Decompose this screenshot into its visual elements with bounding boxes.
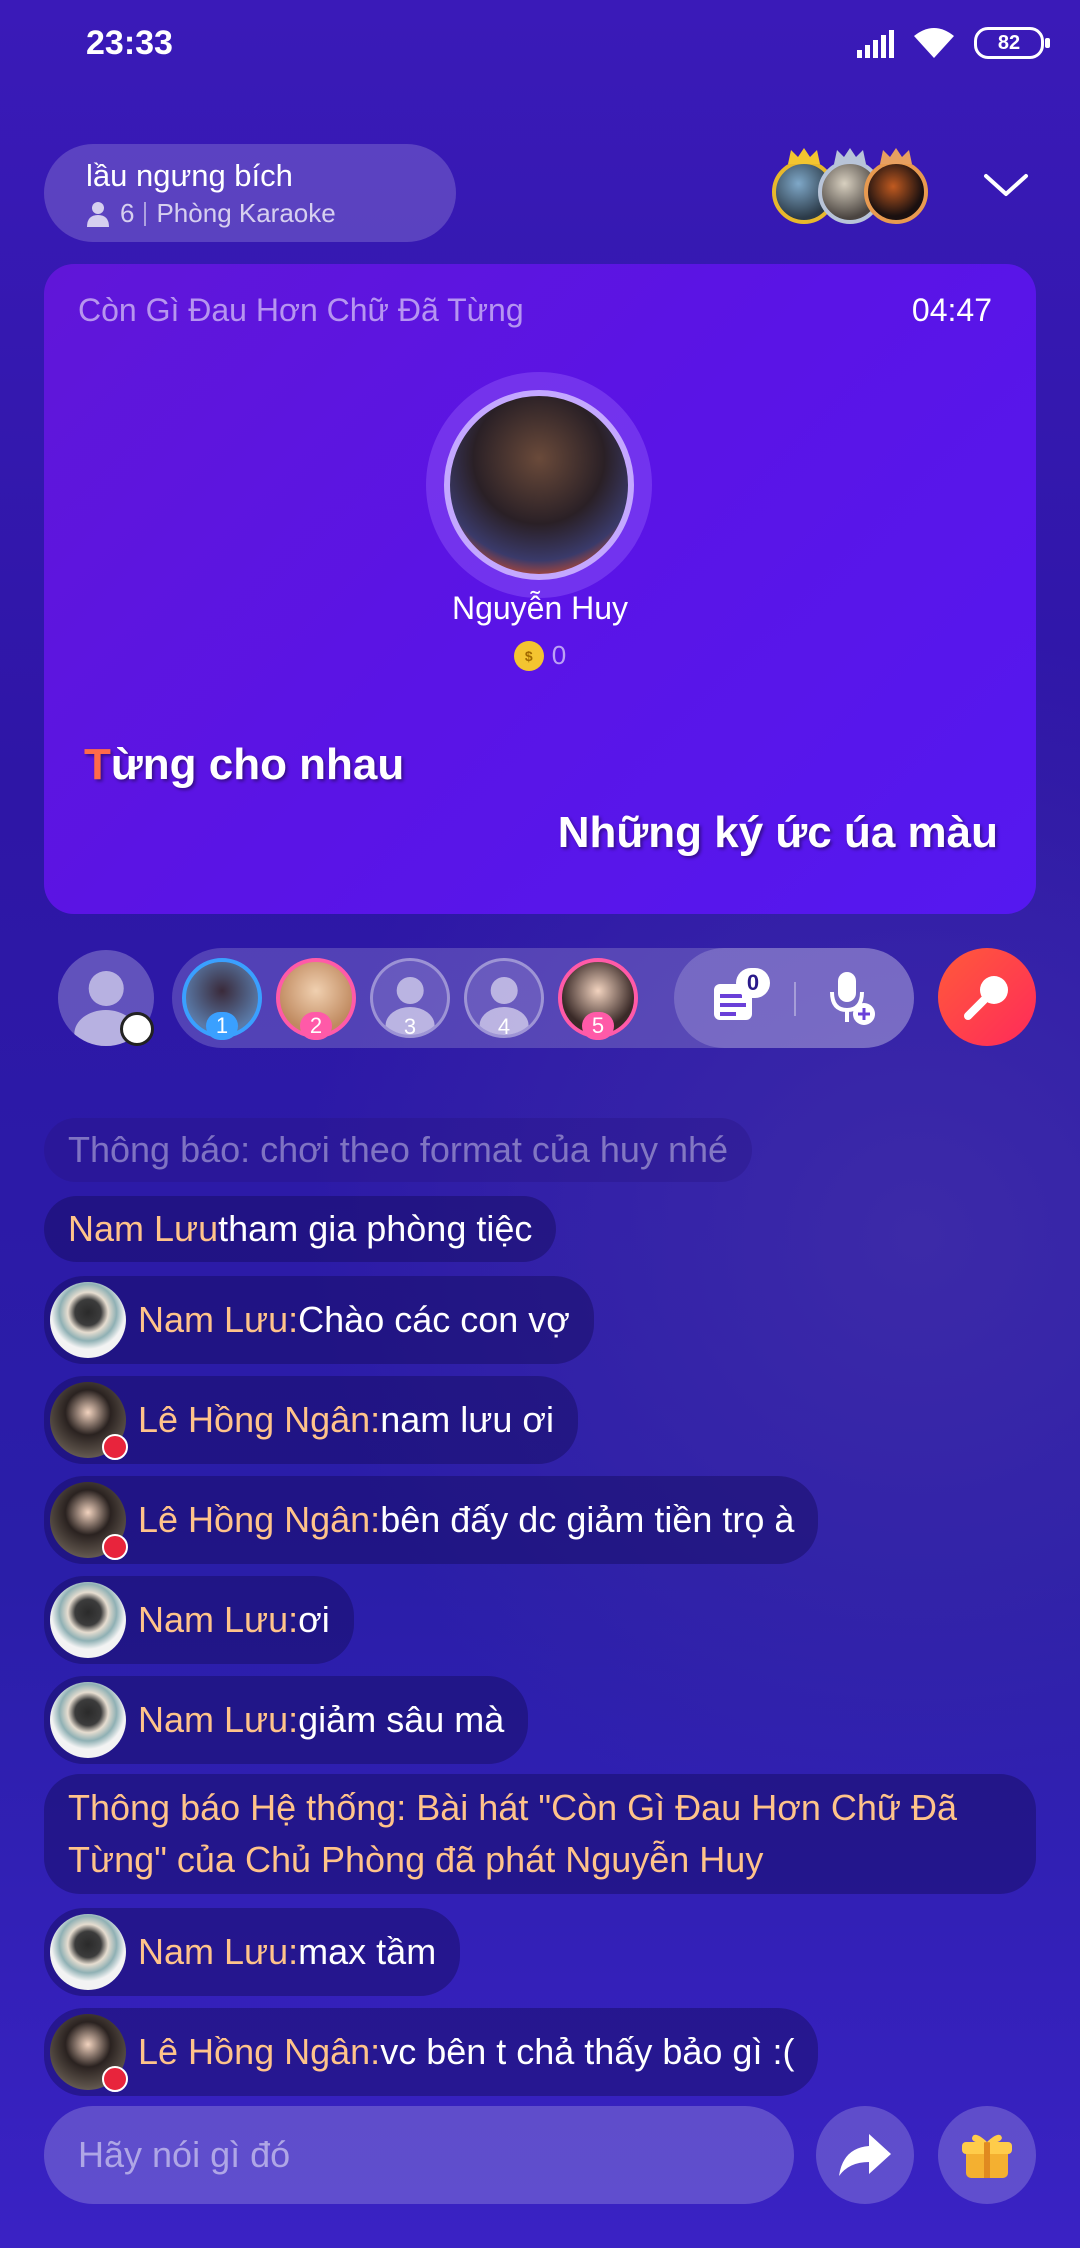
share-button[interactable] xyxy=(816,2106,914,2204)
lyric-line-next: Những ký ức úa màu xyxy=(557,808,998,857)
chat-avatar[interactable] xyxy=(50,1382,128,1460)
microphone-icon xyxy=(964,976,1008,1020)
chat-text: vc bên t chả thấy bảo gì :( xyxy=(380,2031,795,2072)
chat-user-name[interactable]: Lê Hồng Ngân: xyxy=(138,1499,380,1541)
chat-message: Nam Lưu: Chào các con vợ xyxy=(44,1276,594,1364)
person-icon xyxy=(87,201,109,227)
gift-button[interactable] xyxy=(938,2106,1036,2204)
chat-text: Chào các con vợ xyxy=(298,1299,570,1340)
room-type: Phòng Karaoke xyxy=(156,198,336,228)
room-info-pill[interactable]: lầu ngưng bích 6 Phòng Karaoke xyxy=(44,144,456,242)
room-name: lầu ngưng bích xyxy=(86,158,293,193)
song-title: Còn Gì Đau Hơn Chữ Đã Từng xyxy=(78,292,524,328)
silver-crown-icon xyxy=(834,148,866,164)
chat-user-name[interactable]: Nam Lưu: xyxy=(138,1299,298,1341)
battery-icon: 82 xyxy=(974,27,1050,59)
message-input[interactable] xyxy=(44,2106,794,2204)
person-placeholder-head xyxy=(396,977,424,1004)
singer-name: Nguyễn Huy xyxy=(451,590,629,626)
chat-message: Nam Lưu: giảm sâu mà xyxy=(44,1676,529,1764)
gold-crown-icon xyxy=(788,148,820,164)
queue-slot-1[interactable]: 1 xyxy=(182,958,262,1040)
lyric-rest: ừng cho nhau xyxy=(110,740,405,789)
sing-button[interactable] xyxy=(938,948,1036,1046)
battery-level: 82 xyxy=(997,31,1021,54)
mic-queue-bar: 1 2 3 4 5 0 xyxy=(172,948,914,1048)
chat-message: Lê Hồng Ngân: vc bên t chả thấy bảo gì :… xyxy=(44,2008,819,2096)
coin-count: 0 xyxy=(551,640,567,670)
chat-notice: Thông báo: chơi theo format của huy nhé xyxy=(44,1118,753,1182)
chat-user-name[interactable]: Nam Lưu: xyxy=(138,1699,298,1741)
chat-message: Nam Lưu: ơi xyxy=(44,1576,354,1664)
chat-user-name[interactable]: Nam Lưu: xyxy=(138,1931,298,1973)
share-arrow-icon xyxy=(839,2134,891,2176)
queue-slot-5[interactable]: 5 xyxy=(558,958,638,1040)
room-meta: 6 Phòng Karaoke xyxy=(86,198,414,229)
song-card: Còn Gì Đau Hơn Chữ Đã Từng 04:47 Nguyễn … xyxy=(44,264,1036,914)
signal-icon xyxy=(857,28,894,58)
chat-text: max tầm xyxy=(298,1931,437,1972)
host-badge-icon xyxy=(102,1534,128,1560)
person-placeholder-head xyxy=(490,977,518,1004)
singer-avatar[interactable] xyxy=(444,390,634,580)
chat-avatar[interactable] xyxy=(50,1582,126,1658)
chat-text: giảm sâu mà xyxy=(298,1699,505,1740)
chat-avatar[interactable] xyxy=(50,1682,126,1758)
top-ranking-avatars[interactable] xyxy=(772,148,932,232)
join-mic-icon[interactable] xyxy=(824,970,878,1028)
slot-number: 2 xyxy=(300,1012,332,1040)
chat-user-name[interactable]: Nam Lưu xyxy=(68,1208,218,1250)
divider xyxy=(144,201,147,226)
queue-tools: 0 xyxy=(674,948,914,1048)
chat-text: tham gia phòng tiệc xyxy=(218,1208,533,1249)
queue-slot-3[interactable]: 3 xyxy=(370,958,450,1038)
gift-icon xyxy=(962,2134,1012,2178)
system-notice-line: Thông báo Hệ thống: Bài hát "Còn Gì Đau … xyxy=(68,1787,957,1828)
chat-avatar[interactable] xyxy=(50,1282,126,1358)
status-icons: 82 xyxy=(857,26,1050,60)
user-badge-icon xyxy=(120,1012,154,1046)
status-time: 23:33 xyxy=(86,24,173,62)
queue-slot-4[interactable]: 4 xyxy=(464,958,544,1038)
host-badge-icon xyxy=(102,2066,128,2092)
chevron-down-icon[interactable] xyxy=(980,160,1032,212)
song-count-badge: 0 xyxy=(736,968,770,998)
coin-icon: $ xyxy=(513,640,544,671)
person-placeholder-head xyxy=(88,971,124,1006)
lyric-highlight: T xyxy=(84,740,111,789)
singer-coins: $ 0 xyxy=(44,640,1036,671)
bronze-crown-icon xyxy=(880,148,912,164)
chat-text: nam lưu ơi xyxy=(380,1399,554,1440)
song-list-button[interactable]: 0 xyxy=(712,968,770,1024)
host-badge-icon xyxy=(102,1434,128,1460)
system-notice-line: Từng" của Chủ Phòng đã phát Nguyễn Huy xyxy=(68,1839,764,1880)
chat-text: bên đấy dc giảm tiền trọ à xyxy=(380,1499,795,1540)
rank-3-avatar xyxy=(864,160,928,224)
slot-number: 3 xyxy=(403,1014,417,1038)
chat-system-notice: Thông báo Hệ thống: Bài hát "Còn Gì Đau … xyxy=(44,1774,1036,1894)
queue-slot-2[interactable]: 2 xyxy=(276,958,356,1040)
chat-user-name[interactable]: Lê Hồng Ngân: xyxy=(138,2031,380,2073)
chat-message: Nam Lưu: max tầm xyxy=(44,1908,461,1996)
song-time: 04:47 xyxy=(911,292,992,328)
slot-number: 1 xyxy=(206,1012,238,1040)
lyric-line-current: Từng cho nhau xyxy=(84,740,404,790)
chat-user-name[interactable]: Lê Hồng Ngân: xyxy=(138,1399,380,1441)
chat-message: Lê Hồng Ngân: nam lưu ơi xyxy=(44,1376,578,1464)
slot-number: 4 xyxy=(497,1014,511,1038)
chat-avatar[interactable] xyxy=(50,1482,128,1560)
chat-message: Lê Hồng Ngân: bên đấy dc giảm tiền trọ à xyxy=(44,1476,819,1564)
member-count: 6 xyxy=(120,198,135,228)
chat-avatar[interactable] xyxy=(50,2014,128,2092)
chat-user-name[interactable]: Nam Lưu: xyxy=(138,1599,298,1641)
slot-number: 5 xyxy=(582,1012,614,1040)
wifi-icon xyxy=(914,28,954,58)
divider xyxy=(794,982,796,1016)
chat-avatar[interactable] xyxy=(50,1914,126,1990)
notice-text: Thông báo: chơi theo format của huy nhé xyxy=(68,1129,729,1170)
chat-join: Nam Lưu tham gia phòng tiệc xyxy=(44,1196,557,1262)
chat-text: ơi xyxy=(298,1599,330,1640)
